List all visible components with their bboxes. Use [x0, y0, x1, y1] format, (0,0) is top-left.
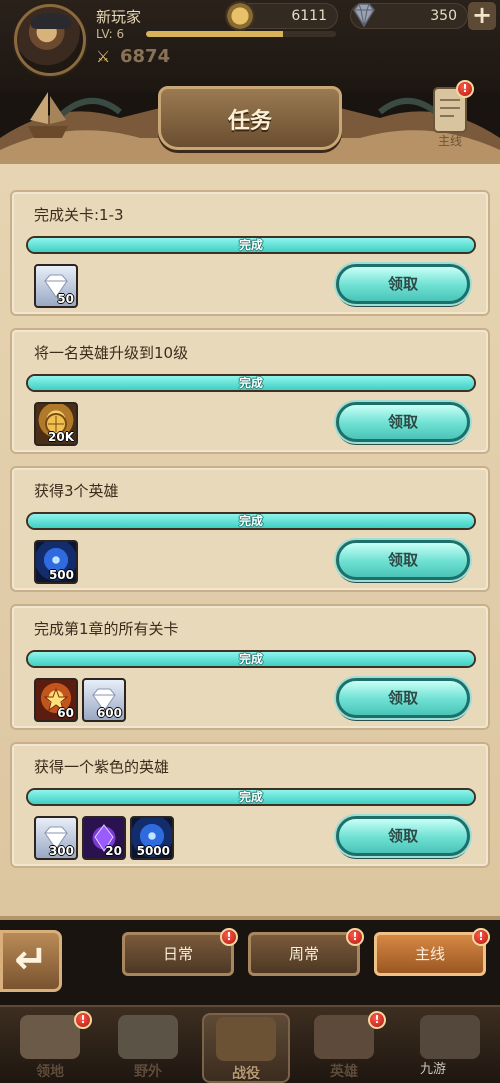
reward-list: 300 20 5000: [34, 816, 174, 860]
task-card: 完成关卡:1-3 完成 50 领取: [10, 190, 490, 316]
reward-quantity: 20K: [48, 430, 74, 444]
task-progress-bar: 完成: [26, 236, 476, 254]
reward-quantity: 300: [48, 844, 74, 858]
reward-item-orb[interactable]: 500: [34, 540, 78, 584]
reward-item-exp[interactable]: 60: [34, 678, 78, 722]
reward-quantity: 600: [96, 706, 122, 720]
reward-quantity: 50: [57, 292, 74, 306]
back-button[interactable]: ↵: [0, 930, 62, 992]
task-progress-label: 完成: [238, 652, 263, 666]
tab-label: 日常: [162, 945, 193, 963]
task-list[interactable]: 完成关卡:1-3 完成 50 领取 将一名英雄升级到10级 完成 20K 领取 …: [10, 190, 490, 880]
player-level: LV: 6: [96, 27, 125, 41]
nav-label: 野外: [134, 1064, 162, 1080]
diamond-counter[interactable]: 350: [350, 3, 468, 29]
tab-notification-icon: !: [346, 928, 364, 946]
reward-item-purple[interactable]: 20: [82, 816, 126, 860]
tab-daily[interactable]: 日常: [122, 932, 234, 976]
nav-item-1[interactable]: 野外: [104, 1013, 192, 1083]
avatar-hat: [31, 13, 71, 29]
claim-button[interactable]: 领取: [336, 402, 470, 442]
reward-quantity: 5000: [136, 844, 170, 858]
gold-coin-icon: [225, 1, 255, 31]
tab-notification-icon: !: [472, 928, 490, 946]
player-name: 新玩家: [96, 8, 142, 26]
nav-notification-icon: !: [74, 1011, 92, 1029]
tab-notification-icon: !: [220, 928, 238, 946]
task-progress-label: 完成: [238, 790, 263, 804]
reward-item-diamond[interactable]: 300: [34, 816, 78, 860]
gold-value: 6111: [291, 8, 327, 24]
nav-item-2[interactable]: 战役: [202, 1013, 290, 1083]
reward-item-gold[interactable]: 20K: [34, 402, 78, 446]
task-title: 完成第1章的所有关卡: [34, 620, 179, 638]
task-card: 获得3个英雄 完成 500 领取: [10, 466, 490, 592]
reward-item-diamond[interactable]: 600: [82, 678, 126, 722]
castle-icon: [20, 1015, 80, 1059]
ship-emblem-icon: [28, 92, 68, 138]
gold-counter[interactable]: 6111: [225, 1, 338, 31]
tab-main[interactable]: 主线: [374, 932, 486, 976]
reward-list: 500: [34, 540, 78, 584]
task-title: 获得3个英雄: [34, 482, 119, 500]
player-avatar[interactable]: [14, 4, 86, 76]
tab-label: 周常: [288, 945, 319, 963]
reward-quantity: 500: [48, 568, 74, 582]
nav-label: 领地: [36, 1064, 64, 1080]
add-diamond-button[interactable]: +: [468, 2, 496, 30]
task-title: 完成关卡:1-3: [34, 206, 124, 224]
task-progress-label: 完成: [238, 238, 263, 252]
task-progress-label: 完成: [238, 376, 263, 390]
task-progress-label: 完成: [238, 514, 263, 528]
title-plate: 任务: [158, 86, 342, 150]
reward-list: 50: [34, 264, 78, 308]
task-panel: 完成关卡:1-3 完成 50 领取 将一名英雄升级到10级 完成 20K 领取 …: [0, 160, 500, 920]
task-title: 获得一个紫色的英雄: [34, 758, 170, 776]
scroll-notification-icon: !: [456, 80, 474, 98]
page-title: 任务: [227, 109, 272, 134]
right-tab-label: 主线: [438, 134, 463, 148]
claim-button[interactable]: 领取: [336, 540, 470, 580]
power-icon: ⚔: [96, 47, 111, 66]
battle-icon: [216, 1017, 276, 1061]
reward-list: 60 600: [34, 678, 126, 722]
task-progress-bar: 完成: [26, 788, 476, 806]
tab-weekly[interactable]: 周常: [248, 932, 360, 976]
reward-quantity: 60: [57, 706, 74, 720]
tab-label: 主线: [414, 945, 445, 963]
diamond-value: 350: [430, 8, 457, 24]
nav-notification-icon: !: [368, 1011, 386, 1029]
task-card: 完成第1章的所有关卡 完成 60 600 领取: [10, 604, 490, 730]
reward-list: 20K: [34, 402, 78, 446]
xp-bar: [146, 31, 336, 37]
nav-label: 战役: [232, 1066, 260, 1082]
task-progress-bar: 完成: [26, 650, 476, 668]
nav-label: 英雄: [330, 1064, 358, 1080]
reward-item-orb[interactable]: 5000: [130, 816, 174, 860]
diamond-icon: [349, 1, 379, 31]
reward-item-diamond[interactable]: 50: [34, 264, 78, 308]
claim-button[interactable]: 领取: [336, 678, 470, 718]
xp-bar-fill: [146, 31, 283, 37]
hero-icon: [314, 1015, 374, 1059]
claim-button[interactable]: 领取: [336, 816, 470, 856]
claim-button[interactable]: 领取: [336, 264, 470, 304]
power-value: 6874: [120, 46, 171, 67]
more-icon: [420, 1015, 480, 1059]
task-card: 将一名英雄升级到10级 完成 20K 领取: [10, 328, 490, 454]
task-progress-bar: 完成: [26, 374, 476, 392]
watermark: 九游: [420, 1062, 447, 1077]
map-icon: [118, 1015, 178, 1059]
task-progress-bar: 完成: [26, 512, 476, 530]
reward-quantity: 20: [105, 844, 122, 858]
task-title: 将一名英雄升级到10级: [34, 344, 189, 362]
task-card: 获得一个紫色的英雄 完成 300 20 5000 领取: [10, 742, 490, 868]
